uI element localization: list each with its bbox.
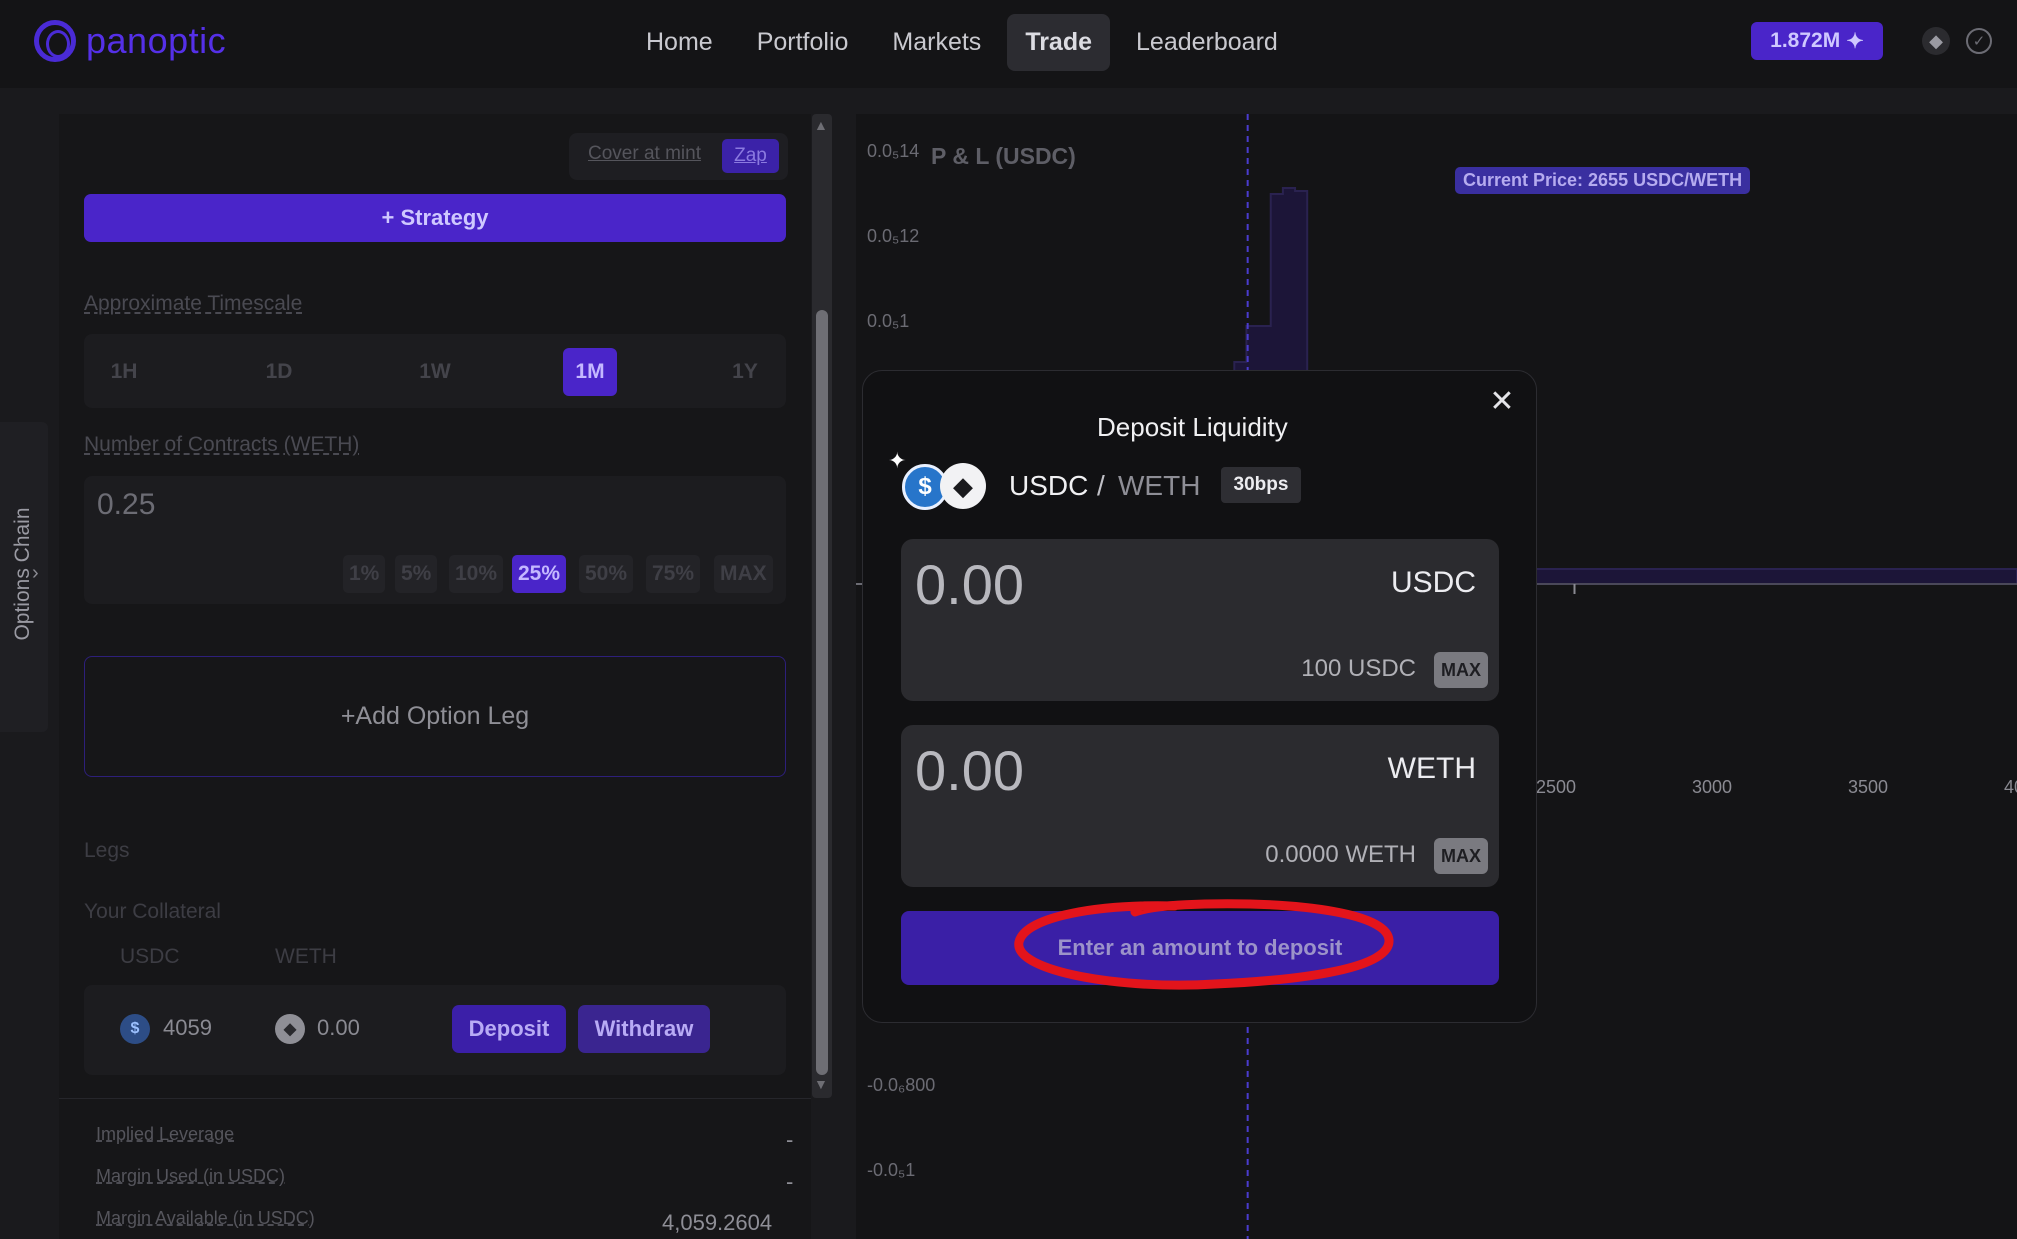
y-tick-label: 0.0₅1 <box>867 311 910 331</box>
x-tick-label: 40 <box>2004 777 2017 797</box>
timescale-1m[interactable]: 1M <box>563 348 617 396</box>
collateral-col-weth: WETH <box>275 945 337 968</box>
pair-separator: / <box>1097 470 1105 501</box>
nav-portfolio[interactable]: Portfolio <box>739 14 867 71</box>
ethereum-network-icon[interactable]: ◆ <box>1922 27 1950 55</box>
pct-50[interactable]: 50% <box>579 555 634 593</box>
timescale-1y[interactable]: 1Y <box>718 348 772 396</box>
contracts-input[interactable]: 0.25 <box>97 488 155 522</box>
x-tick-label: 3500 <box>1848 777 1889 797</box>
panel-divider <box>59 1098 811 1099</box>
usdc-amount-input[interactable]: 0.00 <box>915 552 1024 617</box>
x-tick-label: 2500 <box>1536 777 1577 797</box>
options-chain-tab[interactable]: Options Chain › <box>0 422 48 732</box>
timescale-label: Approximate Timescale <box>84 292 303 315</box>
collateral-label: Your Collateral <box>84 900 221 923</box>
modal-title: Deposit Liquidity <box>1097 412 1288 442</box>
chevron-right-icon: › <box>32 562 39 584</box>
weth-balance: 0.0000 WETH <box>1265 841 1416 868</box>
pct-10[interactable]: 10% <box>449 555 504 593</box>
pair-token-a: USDC <box>1009 470 1089 501</box>
pair-token-b: WETH <box>1118 470 1201 501</box>
close-icon[interactable]: ✕ <box>1488 387 1516 417</box>
collateral-col-usdc: USDC <box>120 945 180 968</box>
timescale-1d[interactable]: 1D <box>252 348 306 396</box>
weth-amount-input[interactable]: 0.00 <box>915 738 1024 803</box>
margin-used-value: - <box>786 1169 794 1194</box>
pct-25[interactable]: 25% <box>512 555 567 593</box>
margin-available-label: Margin Available (in USDC) <box>96 1208 315 1228</box>
logo-mark-icon <box>34 20 76 62</box>
main-nav: Home Portfolio Markets Trade Leaderboard <box>628 14 1296 71</box>
red-circle-annotation <box>1014 899 1394 990</box>
collateral-usdc-value: 4059 <box>163 1015 212 1040</box>
points-badge[interactable]: 1.872M ✦ <box>1751 22 1883 60</box>
nav-trade[interactable]: Trade <box>1007 14 1111 71</box>
cover-at-mint-option[interactable]: Cover at mint <box>588 143 701 165</box>
weth-token-label: WETH <box>1387 752 1476 785</box>
margin-used-label: Margin Used (in USDC) <box>96 1166 286 1186</box>
pct-5[interactable]: 5% <box>395 555 438 593</box>
y-tick-label: -0.0₅1 <box>867 1160 916 1180</box>
pct-max[interactable]: MAX <box>714 555 773 593</box>
chart-title: P & L (USDC) <box>931 143 1076 169</box>
nav-home[interactable]: Home <box>628 14 731 71</box>
weth-max-button[interactable]: MAX <box>1434 838 1488 874</box>
pct-75[interactable]: 75% <box>646 555 701 593</box>
timescale-1h[interactable]: 1H <box>97 348 151 396</box>
weth-token-icon: ◆ <box>940 463 986 509</box>
top-navigation-bar: panoptic Home Portfolio Markets Trade Le… <box>0 0 2017 88</box>
logo-text: panoptic <box>86 20 227 61</box>
withdraw-button[interactable]: Withdraw <box>578 1005 710 1053</box>
scroll-down-arrow-icon[interactable]: ▼ <box>814 1076 828 1092</box>
panoptic-logo[interactable]: panoptic <box>34 20 226 62</box>
scrollbar-thumb[interactable] <box>816 310 828 1075</box>
timescale-1w[interactable]: 1W <box>408 348 462 396</box>
current-price-badge: Current Price: 2655 USDC/WETH <box>1455 167 1751 194</box>
usdc-max-button[interactable]: MAX <box>1434 652 1488 688</box>
fee-tier-badge: 30bps <box>1221 467 1301 503</box>
nav-markets[interactable]: Markets <box>874 14 999 71</box>
implied-leverage-value: - <box>786 1127 794 1152</box>
y-tick-label: -0.0₆800 <box>867 1075 936 1095</box>
usdc-coin-icon: $ <box>120 1014 150 1044</box>
check-circle-icon[interactable]: ✓ <box>1966 28 1992 54</box>
points-value: 1.872M <box>1770 29 1841 52</box>
sparkle-icon: ✦ <box>1846 29 1864 53</box>
x-tick-label: 3000 <box>1692 777 1733 797</box>
contracts-label: Number of Contracts (WETH) <box>84 433 360 456</box>
scroll-up-arrow-icon[interactable]: ▲ <box>814 117 828 133</box>
usdc-balance: 100 USDC <box>1301 655 1416 682</box>
y-tick-label: 0.0₅14 <box>867 141 920 161</box>
usdc-token-label: USDC <box>1390 566 1476 599</box>
margin-available-value: 4,059.2604 <box>662 1210 773 1235</box>
weth-coin-icon: ◆ <box>275 1014 305 1044</box>
implied-leverage-label: Implied Leverage <box>96 1124 235 1144</box>
legs-label: Legs <box>84 839 130 862</box>
add-option-leg-button[interactable]: +Add Option Leg <box>84 656 786 777</box>
pct-1[interactable]: 1% <box>343 555 386 593</box>
nav-leaderboard[interactable]: Leaderboard <box>1118 14 1296 71</box>
collateral-weth-value: 0.00 <box>317 1015 360 1040</box>
sparkle-icon: ✦ <box>888 448 907 473</box>
add-strategy-button[interactable]: + Strategy <box>84 194 786 242</box>
zap-option[interactable]: Zap <box>722 139 779 173</box>
y-tick-label: 0.0₅12 <box>867 226 920 246</box>
deposit-button[interactable]: Deposit <box>452 1005 566 1053</box>
